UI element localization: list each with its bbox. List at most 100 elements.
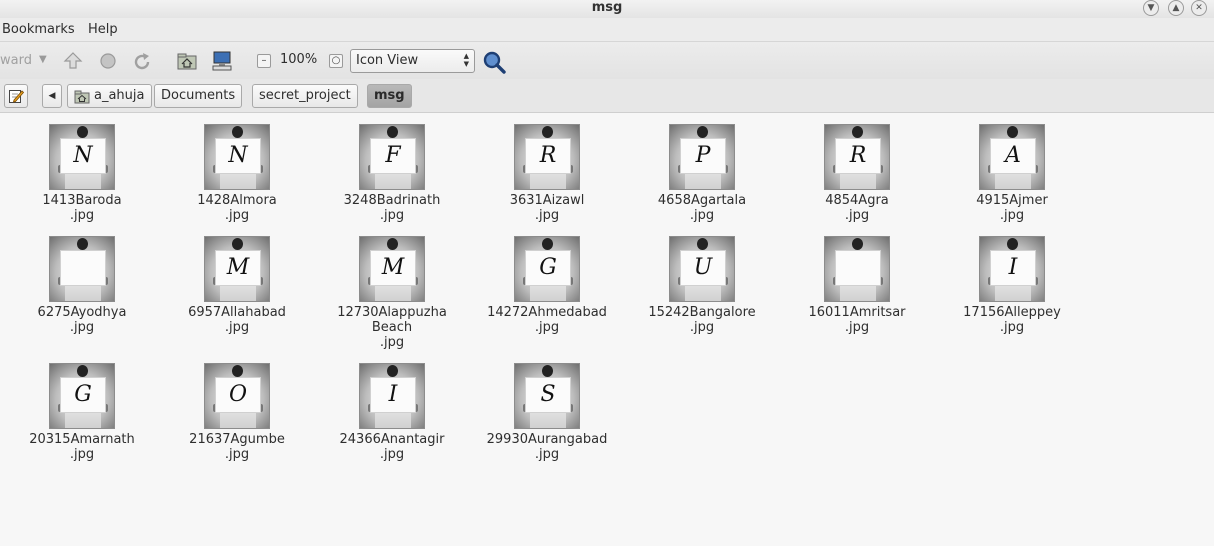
breadcrumb-label: Documents	[161, 88, 236, 103]
file-item[interactable]: N 1428Almora .jpg	[172, 124, 302, 223]
image-thumbnail: M	[204, 236, 270, 302]
minus-icon: –	[261, 55, 267, 66]
thumbnail-letter: A	[990, 138, 1036, 174]
home-folder-icon	[177, 53, 197, 70]
image-thumbnail: N	[204, 124, 270, 190]
close-button[interactable]: ✕	[1191, 0, 1207, 16]
computer-icon	[212, 51, 232, 71]
thumbnail-letter: R	[525, 138, 571, 174]
file-name: 15242Bangalore .jpg	[648, 305, 756, 335]
file-item[interactable]: 16011Amritsar .jpg	[792, 236, 922, 335]
search-icon	[483, 51, 506, 74]
home-button[interactable]	[176, 50, 198, 72]
file-item[interactable]: P 4658Agartala .jpg	[637, 124, 767, 223]
breadcrumb-label: secret_project	[259, 88, 351, 103]
file-item[interactable]: F 3248Badrinath .jpg	[327, 124, 457, 223]
breadcrumb-a-ahuja[interactable]: a_ahuja	[67, 84, 152, 108]
forward-button-label[interactable]: ward	[0, 53, 32, 68]
file-name: 17156Alleppey .jpg	[963, 305, 1061, 335]
file-name: 21637Agumbe .jpg	[189, 432, 285, 462]
file-item[interactable]: N 1413Baroda .jpg	[17, 124, 147, 223]
thumbnail-letter: N	[60, 138, 106, 174]
thumbnail-letter: F	[370, 138, 416, 174]
chevron-down-icon: ▼	[1147, 2, 1155, 13]
breadcrumb-label: msg	[374, 88, 405, 103]
image-thumbnail: N	[49, 124, 115, 190]
file-name: 20315Amarnath .jpg	[29, 432, 135, 462]
thumbnail-letter: S	[525, 377, 571, 413]
file-item[interactable]: 6275Ayodhya .jpg	[17, 236, 147, 335]
breadcrumb-secret-project[interactable]: secret_project	[252, 84, 358, 108]
file-name: 14272Ahmedabad .jpg	[487, 305, 607, 335]
image-thumbnail: O	[204, 363, 270, 429]
thumbnail-letter: M	[215, 250, 261, 286]
thumbnail-letter: N	[215, 138, 261, 174]
maximize-button[interactable]: ▲	[1168, 0, 1184, 16]
chevron-left-icon: ◀	[48, 91, 56, 101]
file-item[interactable]: R 3631Aizawl .jpg	[482, 124, 612, 223]
image-thumbnail: R	[514, 124, 580, 190]
search-button[interactable]	[482, 50, 506, 74]
menu-help[interactable]: Help	[88, 22, 118, 37]
image-thumbnail: I	[979, 236, 1045, 302]
image-thumbnail	[49, 236, 115, 302]
toggle-location-entry-button[interactable]	[4, 84, 28, 108]
file-name: 4854Agra .jpg	[825, 193, 889, 223]
file-item[interactable]: O 21637Agumbe .jpg	[172, 363, 302, 462]
combo-arrows-icon: ▲ ▼	[463, 52, 469, 68]
file-item[interactable]: M 6957Allahabad .jpg	[172, 236, 302, 335]
image-thumbnail: P	[669, 124, 735, 190]
view-mode-value: Icon View	[356, 53, 419, 68]
thumbnail-letter: G	[525, 250, 571, 286]
zoom-level: 100%	[280, 52, 318, 67]
reload-icon	[134, 53, 150, 70]
stop-icon	[100, 53, 116, 69]
reload-button[interactable]	[131, 51, 153, 73]
file-item[interactable]: M 12730Alappuzha Beach .jpg	[327, 236, 457, 350]
chevron-up-icon: ▲	[1172, 2, 1180, 13]
home-folder-icon	[74, 90, 90, 103]
up-arrow-icon	[63, 52, 83, 69]
image-thumbnail: F	[359, 124, 425, 190]
file-name: 1413Baroda .jpg	[42, 193, 122, 223]
file-item[interactable]: I 17156Alleppey .jpg	[947, 236, 1077, 335]
breadcrumb-documents[interactable]: Documents	[154, 84, 243, 108]
close-icon: ✕	[1195, 2, 1203, 13]
forward-history-dropdown[interactable]: ▼	[39, 54, 47, 65]
minimize-button[interactable]: ▼	[1143, 0, 1159, 16]
file-item[interactable]: I 24366Anantagir .jpg	[327, 363, 457, 462]
zoom-normal-button[interactable]: ○	[329, 54, 343, 68]
file-name: 16011Amritsar .jpg	[808, 305, 906, 335]
view-mode-select[interactable]: Icon View ▲ ▼	[350, 49, 475, 73]
file-item[interactable]: R 4854Agra .jpg	[792, 124, 922, 223]
thumbnail-letter: O	[215, 377, 261, 413]
image-thumbnail: M	[359, 236, 425, 302]
stop-button[interactable]	[98, 51, 118, 71]
title-bar: msg ▼ ▲ ✕	[0, 0, 1214, 18]
menu-bookmarks[interactable]: Bookmarks	[2, 22, 75, 37]
file-icon-view[interactable]: N 1413Baroda .jpg N 1428Almora .jpg F 3248Bad…	[0, 113, 1214, 546]
breadcrumb-msg[interactable]: msg	[367, 84, 412, 108]
thumbnail-letter: I	[990, 250, 1036, 286]
zoom-out-button[interactable]: –	[257, 54, 271, 68]
thumbnail-letter	[835, 250, 881, 286]
thumbnail-letter: U	[680, 250, 726, 286]
chevron-down-icon: ▼	[39, 54, 47, 65]
file-item[interactable]: U 15242Bangalore .jpg	[637, 236, 767, 335]
breadcrumb-scroll-left[interactable]: ◀	[42, 84, 62, 108]
file-name: 3248Badrinath .jpg	[343, 193, 441, 223]
file-item[interactable]: S 29930Aurangabad .jpg	[482, 363, 612, 462]
thumbnail-letter: P	[680, 138, 726, 174]
image-thumbnail: G	[49, 363, 115, 429]
image-thumbnail: U	[669, 236, 735, 302]
up-button[interactable]	[63, 51, 83, 71]
file-item[interactable]: G 14272Ahmedabad .jpg	[482, 236, 612, 335]
file-item[interactable]: A 4915Ajmer .jpg	[947, 124, 1077, 223]
computer-button[interactable]	[211, 50, 233, 72]
breadcrumb-label: a_ahuja	[94, 88, 145, 103]
file-item[interactable]: G 20315Amarnath .jpg	[17, 363, 147, 462]
window-title: msg	[591, 0, 623, 15]
thumbnail-letter: R	[835, 138, 881, 174]
file-name: 6275Ayodhya .jpg	[37, 305, 127, 335]
thumbnail-letter: I	[370, 377, 416, 413]
